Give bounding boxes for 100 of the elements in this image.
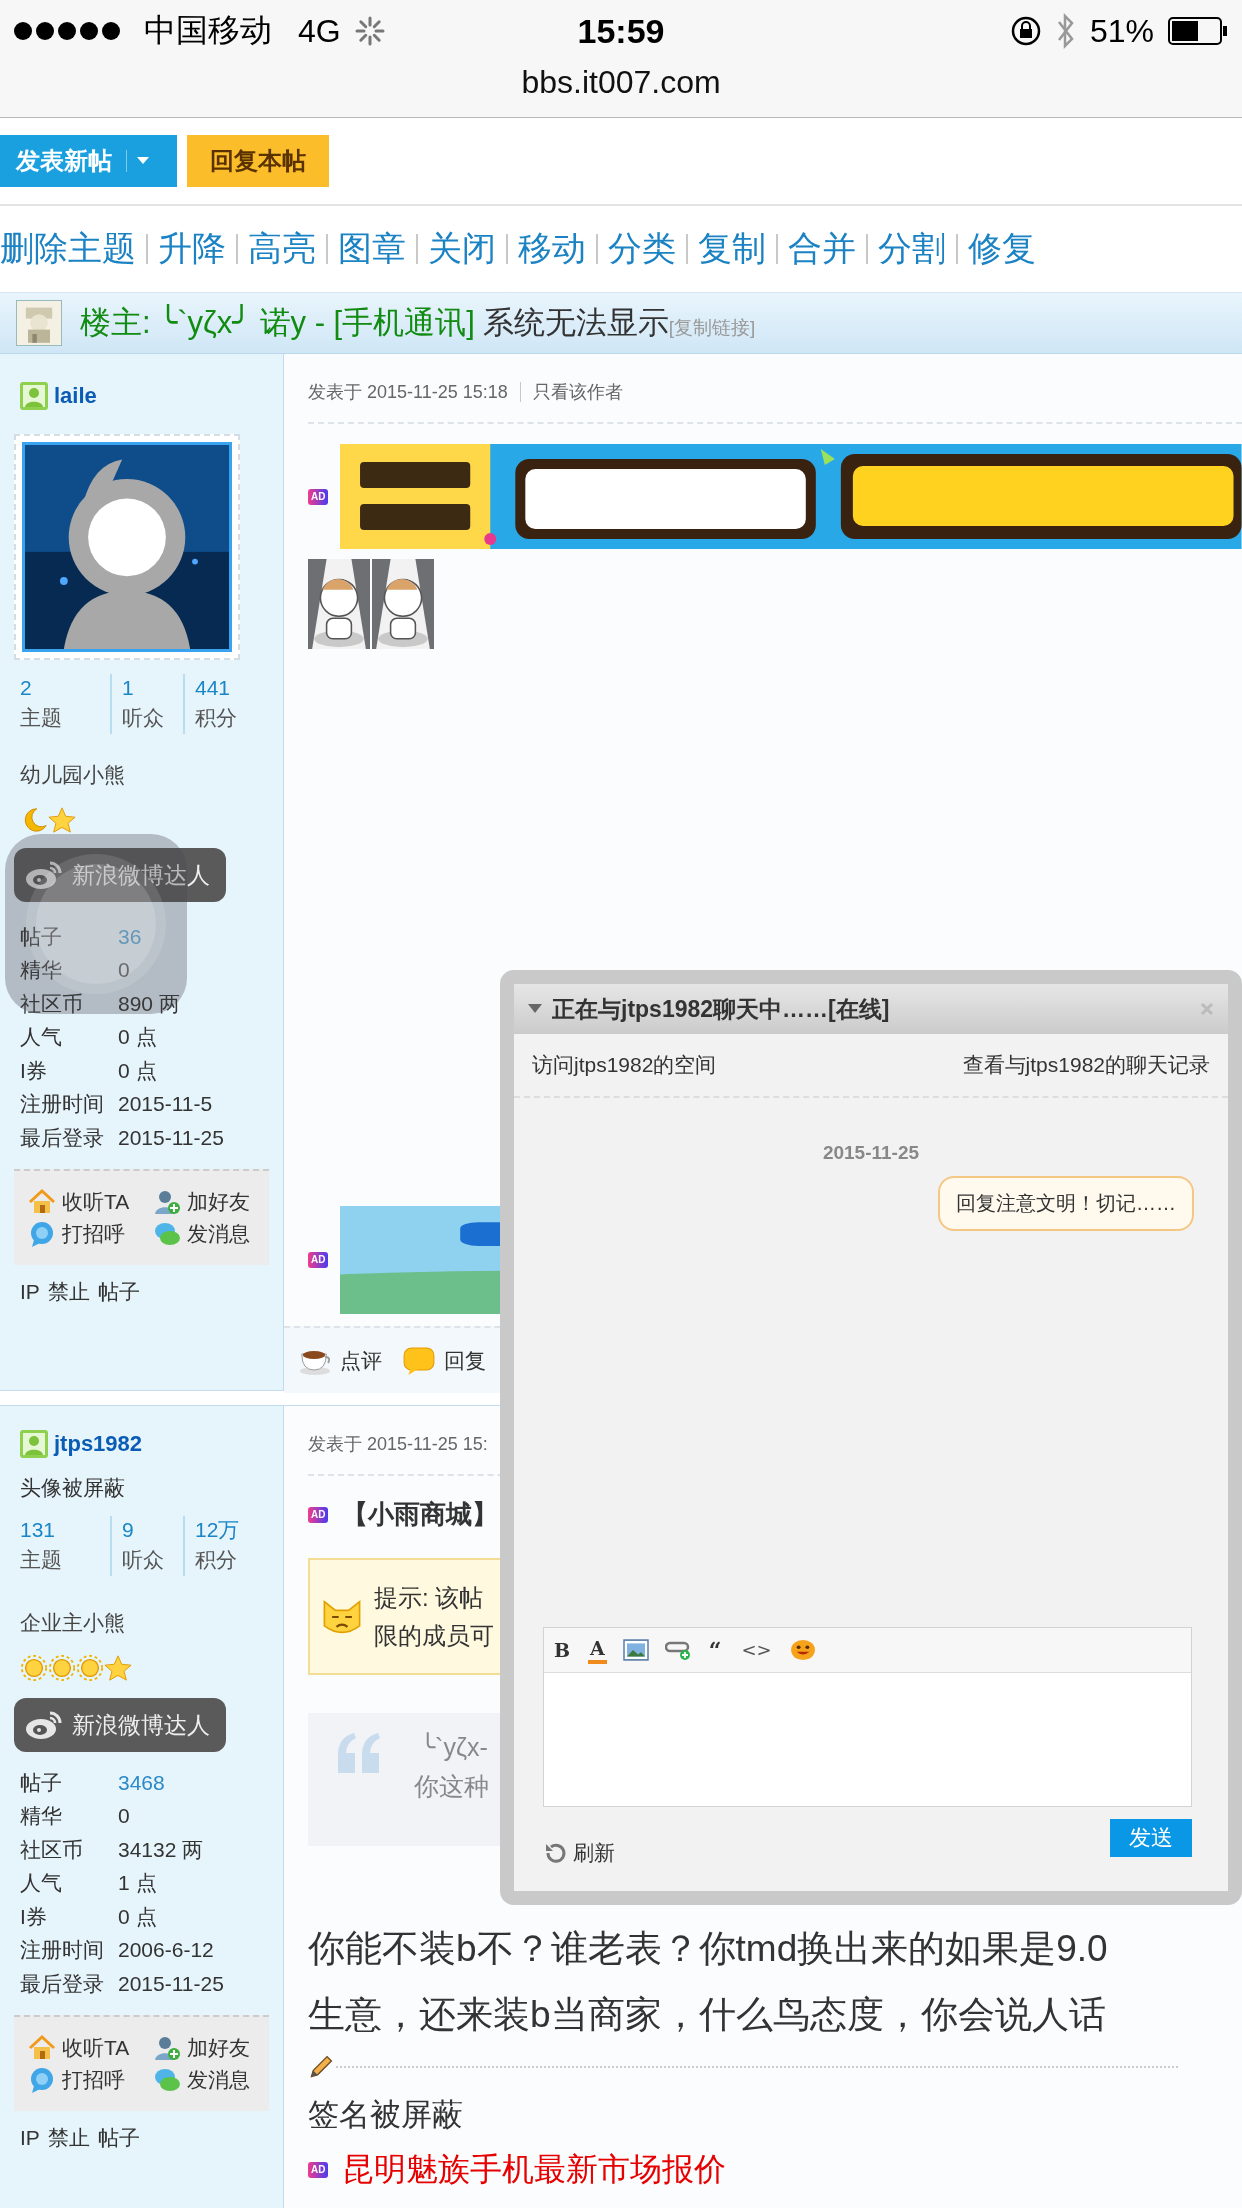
- user-action-link[interactable]: 打招呼: [28, 2065, 135, 2094]
- profile-value-link[interactable]: 3468: [118, 1770, 263, 1795]
- caret-icon[interactable]: [137, 157, 149, 165]
- user-icon: [20, 382, 48, 410]
- user-action-link[interactable]: 发消息: [152, 2065, 255, 2094]
- speech-bubble-icon: [402, 1345, 436, 1376]
- user-action-link[interactable]: 加好友: [152, 1187, 255, 1216]
- user-action-link[interactable]: 收听TA: [28, 1187, 135, 1216]
- profile-label: 人气: [20, 1024, 63, 1051]
- user-action-link[interactable]: 收听TA: [28, 2033, 135, 2062]
- message-date: 2015-11-25: [821, 1142, 921, 1164]
- weibo-icon: [24, 859, 64, 891]
- profile-label: 社区币: [20, 990, 84, 1017]
- send-button[interactable]: 发送: [1110, 1819, 1192, 1857]
- network-type: 4G: [298, 12, 341, 50]
- post-action-link[interactable]: 回复: [402, 1345, 486, 1376]
- star-icon: [104, 1654, 132, 1682]
- moderation-link[interactable]: 合并: [788, 226, 856, 272]
- weibo-icon: [24, 1709, 64, 1741]
- profile-value: 2006-6-12: [118, 1938, 215, 1963]
- post-text: 你能不装b不？谁老表？你tmd换出来的如果是9.0: [308, 1927, 1108, 1971]
- thread-category[interactable]: ╰`yζx╯ 诺y - [手机通讯]: [158, 302, 475, 344]
- clock-time: 15:59: [577, 11, 665, 51]
- chat-history-link[interactable]: 查看与jtps1982的聊天记录: [962, 1051, 1210, 1079]
- post-action-link[interactable]: 点评: [298, 1345, 382, 1376]
- ad-badge: AD: [308, 2162, 329, 2178]
- user-rank: 企业主小熊: [20, 1610, 126, 1636]
- moderation-link[interactable]: 高亮: [248, 226, 316, 272]
- stat-value[interactable]: 9: [122, 1516, 183, 1544]
- author-name[interactable]: laile: [54, 383, 97, 409]
- code-button[interactable]: <>: [739, 1638, 774, 1662]
- profile-value: 1 点: [118, 1870, 158, 1897]
- admin-link[interactable]: 帖子: [97, 1277, 140, 1306]
- assistive-touch-button[interactable]: [5, 834, 187, 1014]
- admin-link[interactable]: 帖子: [97, 2123, 140, 2152]
- refresh-link[interactable]: 刷新: [543, 1839, 615, 1867]
- profile-label: 精华: [20, 1803, 63, 1830]
- moderation-link[interactable]: 升降: [158, 226, 226, 272]
- action-label: 回复: [444, 1347, 486, 1374]
- moderation-link[interactable]: 移动: [518, 226, 586, 272]
- visit-space-link[interactable]: 访问jtps1982的空间: [532, 1051, 717, 1079]
- user-action-link[interactable]: 加好友: [152, 2033, 255, 2062]
- speech-bubble-icon: [28, 1219, 56, 1248]
- author-only-link[interactable]: 只看该作者: [532, 380, 623, 404]
- stat-value[interactable]: 2: [20, 674, 110, 702]
- moderation-link[interactable]: 分割: [878, 226, 946, 272]
- moderation-link[interactable]: 图章: [338, 226, 406, 272]
- stat-value[interactable]: 12万: [195, 1516, 263, 1544]
- ad-title-link[interactable]: 【小雨商城】: [342, 1497, 499, 1532]
- stat-label: 主题: [20, 705, 63, 731]
- profile-value: 0 点: [118, 1057, 158, 1084]
- emoji-icon[interactable]: [789, 1639, 816, 1661]
- quote-button[interactable]: “: [706, 1638, 724, 1662]
- message-bubble: 回复注意文明！切记……: [938, 1176, 1194, 1231]
- stat-value[interactable]: 131: [20, 1516, 110, 1544]
- stat-label: 积分: [195, 1547, 238, 1573]
- profile-label: 注册时间: [20, 1091, 105, 1118]
- sun-icon: [48, 1654, 76, 1682]
- reply-button[interactable]: 回复本帖: [187, 135, 329, 187]
- collapse-caret-icon[interactable]: [528, 1004, 542, 1014]
- stat-value[interactable]: 441: [195, 674, 263, 702]
- moderation-link[interactable]: 关闭: [428, 226, 496, 272]
- bold-button[interactable]: B: [552, 1638, 573, 1662]
- profile-label: 最后登录: [20, 1124, 105, 1151]
- profile-label: 精华: [20, 957, 63, 984]
- profile-label: 帖子: [20, 923, 63, 950]
- profile-label: 注册时间: [20, 1937, 105, 1964]
- moderation-link[interactable]: 复制: [698, 226, 766, 272]
- link-icon[interactable]: [664, 1639, 691, 1661]
- user-action-link[interactable]: 打招呼: [28, 1219, 135, 1248]
- notice-text: 限的成员可: [374, 1620, 494, 1651]
- action-label: 加好友: [186, 2034, 250, 2061]
- user-icon: [20, 1430, 48, 1458]
- profile-label: 最后登录: [20, 1970, 105, 1997]
- text-color-button[interactable]: A: [588, 1636, 607, 1664]
- admin-link[interactable]: 禁止: [47, 2123, 90, 2152]
- address-url[interactable]: bbs.it007.com: [0, 62, 1242, 102]
- post-time: 发表于 2015-11-25 15:18: [308, 381, 508, 404]
- speech-bubble-icon: [28, 2065, 56, 2094]
- moderation-link[interactable]: 删除主题: [0, 226, 136, 272]
- ad-link[interactable]: 昆明魅族手机最新市场报价: [342, 2148, 727, 2192]
- admin-link[interactable]: IP: [20, 1279, 40, 1304]
- new-post-button[interactable]: 发表新帖: [0, 135, 177, 187]
- action-label: 发消息: [186, 1220, 250, 1247]
- stat-label: 积分: [195, 705, 238, 731]
- moderation-link[interactable]: 修复: [968, 226, 1036, 272]
- moderation-link[interactable]: 分类: [608, 226, 676, 272]
- refresh-label: 刷新: [573, 1840, 615, 1866]
- post-text: 生意，还来装b当商家，什么鸟态度，你会说人话: [308, 1993, 1106, 2037]
- pencil-icon: [308, 2054, 334, 2080]
- author-name[interactable]: jtps1982: [54, 1431, 143, 1457]
- medal-text: 新浪微博达人: [72, 860, 210, 890]
- stat-value[interactable]: 1: [122, 674, 183, 702]
- loading-spinner-icon: [354, 16, 385, 46]
- post-time: 发表于 2015-11-25 15:: [308, 1433, 488, 1456]
- sun-icon: [76, 1654, 104, 1682]
- admin-link[interactable]: IP: [20, 2125, 40, 2150]
- image-icon[interactable]: [622, 1639, 649, 1661]
- user-action-link[interactable]: 发消息: [152, 1219, 255, 1248]
- admin-link[interactable]: 禁止: [47, 1277, 90, 1306]
